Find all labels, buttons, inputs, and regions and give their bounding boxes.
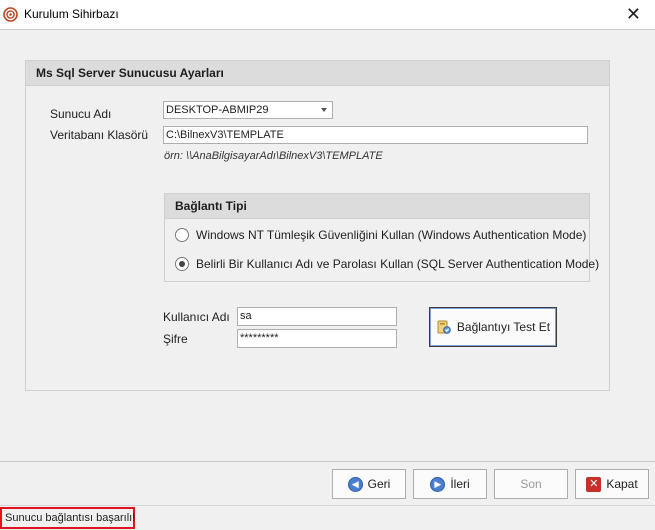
password-value: ********* [240, 332, 279, 344]
server-name-dropdown[interactable]: DESKTOP-ABMIP29 [163, 101, 333, 119]
username-label: Kullanıcı Adı [163, 310, 230, 324]
chevron-down-icon[interactable] [321, 108, 327, 112]
back-arrow-icon: ◀ [347, 476, 363, 492]
server-name-label: Sunucu Adı [50, 107, 112, 121]
radio-label: Belirli Bir Kullanıcı Adı ve Parolası Ku… [196, 257, 600, 271]
close-icon[interactable]: ✕ [626, 4, 641, 24]
group-header: Ms Sql Server Sunucusu Ayarları [26, 61, 609, 86]
test-connection-button[interactable]: Bağlantıyı Test Et [429, 307, 557, 347]
radio-windows-auth[interactable]: Windows NT Tümleşik Güvenliğini Kullan (… [175, 228, 586, 246]
next-label: İleri [450, 477, 470, 491]
connection-type-header: Bağlantı Tipi [165, 194, 589, 219]
db-folder-value: C:\BilnexV3\TEMPLATE [166, 129, 284, 141]
database-test-icon [437, 320, 451, 334]
status-message: Sunucu bağlantısı başarılı! [0, 507, 135, 529]
next-button[interactable]: ▶ İleri [413, 469, 487, 499]
username-input[interactable]: sa [237, 307, 397, 326]
db-folder-example: örn: \\AnaBilgisayarAdı\BilnexV3\TEMPLAT… [164, 150, 383, 162]
radio-sql-auth[interactable]: Belirli Bir Kullanıcı Adı ve Parolası Ku… [175, 257, 599, 275]
close-label: Kapat [606, 477, 638, 491]
db-folder-input[interactable]: C:\BilnexV3\TEMPLATE [163, 126, 588, 144]
db-folder-label: Veritabanı Klasörü [50, 128, 149, 142]
window-title: Kurulum Sihirbazı [24, 7, 119, 21]
finish-button[interactable]: Son [494, 469, 568, 499]
connection-type-group: Bağlantı Tipi Windows NT Tümleşik Güvenl… [164, 193, 599, 282]
footer-separator [0, 461, 655, 462]
sql-server-settings-group: Ms Sql Server Sunucusu Ayarları Sunucu A… [25, 60, 610, 391]
password-input[interactable]: ********* [237, 329, 397, 348]
radio-button[interactable] [175, 228, 189, 242]
back-button[interactable]: ◀ Geri [332, 469, 406, 499]
back-label: Geri [367, 477, 391, 491]
finish-label: Son [520, 477, 542, 491]
close-icon: ✕ [586, 476, 602, 492]
radio-label: Windows NT Tümleşik Güvenliğini Kullan (… [196, 228, 587, 242]
radio-button[interactable] [175, 257, 189, 271]
setup-wizard-icon [3, 7, 18, 22]
password-label: Şifre [163, 332, 188, 346]
server-name-value: DESKTOP-ABMIP29 [166, 104, 269, 116]
status-bar: Sunucu bağlantısı başarılı! [0, 505, 655, 530]
username-value: sa [240, 310, 252, 322]
title-bar: Kurulum Sihirbazı ✕ [0, 0, 655, 30]
close-button[interactable]: ✕ Kapat [575, 469, 649, 499]
test-connection-label: Bağlantıyı Test Et [456, 320, 551, 334]
next-arrow-icon: ▶ [430, 476, 446, 492]
